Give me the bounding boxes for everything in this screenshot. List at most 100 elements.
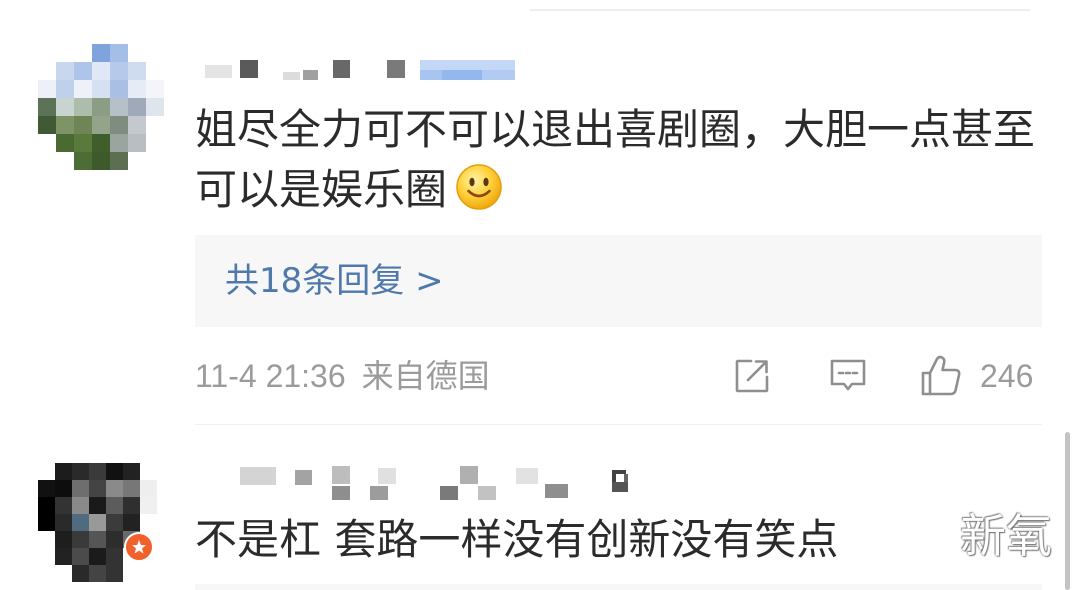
avatar-pixel xyxy=(106,531,123,548)
timestamp: 11-4 21:36 xyxy=(195,358,346,394)
redaction-block xyxy=(240,467,276,485)
avatar-pixel xyxy=(106,480,123,497)
redaction-block xyxy=(516,468,538,484)
redaction-block xyxy=(420,60,515,70)
avatar-pixel xyxy=(72,497,89,514)
avatar-pixel xyxy=(55,548,72,565)
avatar-pixel xyxy=(89,463,106,480)
scrollbar[interactable] xyxy=(1065,432,1070,590)
avatar-pixel xyxy=(56,116,74,134)
like-button[interactable]: 246 xyxy=(918,354,1043,398)
avatar-pixel xyxy=(123,514,140,531)
avatar-pixel xyxy=(92,134,110,152)
avatar-pixel xyxy=(72,531,89,548)
avatar-pixel xyxy=(106,497,123,514)
avatar-pixel xyxy=(55,514,72,531)
avatar-pixel xyxy=(74,152,92,170)
comment-divider xyxy=(195,424,1042,425)
avatar-pixel xyxy=(55,531,72,548)
avatar-pixel xyxy=(72,480,89,497)
avatar-pixel xyxy=(140,514,157,531)
avatar-pixel xyxy=(110,152,128,170)
username-redacted[interactable] xyxy=(200,56,520,84)
comment-text: 不是杠 套路一样没有创新没有笑点 xyxy=(195,515,839,564)
avatar-pixel xyxy=(89,565,106,582)
avatar-pixel xyxy=(38,480,55,497)
avatar-pixel xyxy=(56,80,74,98)
avatar-pixel xyxy=(106,565,123,582)
avatar-pixel xyxy=(72,565,89,582)
avatar-pixel xyxy=(128,98,146,116)
avatar-pixel xyxy=(110,98,128,116)
view-replies-link[interactable]: 共18条回复 > xyxy=(225,235,444,327)
repost-icon[interactable] xyxy=(733,357,771,395)
avatar-pixel xyxy=(74,98,92,116)
avatar-pixel xyxy=(38,98,56,116)
avatar-pixel xyxy=(89,514,106,531)
avatar-pixel xyxy=(92,80,110,98)
avatar-pixel xyxy=(72,514,89,531)
redaction-block xyxy=(624,474,628,482)
comment-icon[interactable] xyxy=(828,357,868,395)
redaction-block xyxy=(283,72,300,80)
comment-meta: 11-4 21:36 来自德国 xyxy=(195,356,490,396)
avatar-pixel xyxy=(56,62,74,80)
avatar-pixel xyxy=(128,116,146,134)
redaction-block xyxy=(333,60,350,78)
avatar-pixel xyxy=(123,463,140,480)
redaction-block xyxy=(440,486,458,500)
redaction-block xyxy=(303,70,318,80)
avatar-pixel xyxy=(72,463,89,480)
watermark: 新氧 xyxy=(960,509,1052,563)
avatar-pixel xyxy=(123,480,140,497)
replies-box[interactable] xyxy=(195,584,1042,590)
avatar-pixel xyxy=(74,134,92,152)
redaction-block xyxy=(442,70,482,80)
comment-button[interactable] xyxy=(828,357,868,395)
redaction-block xyxy=(332,486,350,500)
avatar-pixel xyxy=(128,134,146,152)
redaction-block xyxy=(378,468,396,484)
avatar-pixel xyxy=(74,62,92,80)
avatar[interactable] xyxy=(38,463,157,582)
avatar-pixel xyxy=(56,98,74,116)
avatar-pixel xyxy=(56,134,74,152)
like-count: 246 xyxy=(980,358,1034,394)
avatar-pixel xyxy=(38,497,55,514)
comment-body: 姐尽全力可不可以退出喜剧圈，大胆一点甚至可以是娱乐圈 xyxy=(195,100,1045,220)
avatar-pixel xyxy=(128,80,146,98)
avatar[interactable] xyxy=(38,44,164,170)
avatar-pixel xyxy=(106,548,123,565)
avatar-pixel xyxy=(92,62,110,80)
thumbs-up-icon[interactable] xyxy=(918,354,962,398)
redaction-block xyxy=(370,486,388,500)
avatar-pixel xyxy=(110,134,128,152)
redaction-block xyxy=(482,70,515,80)
avatar-pixel xyxy=(89,497,106,514)
redaction-block xyxy=(545,484,568,498)
avatar-pixel xyxy=(106,463,123,480)
avatar-pixel xyxy=(146,98,164,116)
redaction-block xyxy=(387,60,405,78)
repost-button[interactable] xyxy=(733,357,771,395)
comment-item: 不是杠 套路一样没有创新没有笑点 xyxy=(0,430,1080,590)
avatar-pixel xyxy=(74,80,92,98)
comment-text: 姐尽全力可不可以退出喜剧圈，大胆一点甚至可以是娱乐圈 xyxy=(195,105,1036,214)
avatar-pixel xyxy=(55,480,72,497)
redaction-block xyxy=(420,70,442,80)
redaction-block xyxy=(295,470,312,485)
avatar-pixel xyxy=(110,80,128,98)
avatar-pixel xyxy=(55,497,72,514)
avatar-pixel xyxy=(140,497,157,514)
avatar-pixel xyxy=(123,497,140,514)
avatar-pixel xyxy=(74,116,92,134)
avatar-pixel xyxy=(92,152,110,170)
comment-item: 姐尽全力可不可以退出喜剧圈，大胆一点甚至可以是娱乐圈 共18条回复 > 11-4… xyxy=(0,0,1080,428)
avatar-pixel xyxy=(92,98,110,116)
avatar-pixel xyxy=(110,116,128,134)
star-badge-icon xyxy=(124,532,154,562)
replies-box[interactable]: 共18条回复 > xyxy=(195,235,1042,327)
avatar-pixel xyxy=(146,80,164,98)
username-redacted[interactable] xyxy=(236,462,632,504)
redaction-block xyxy=(612,482,628,492)
